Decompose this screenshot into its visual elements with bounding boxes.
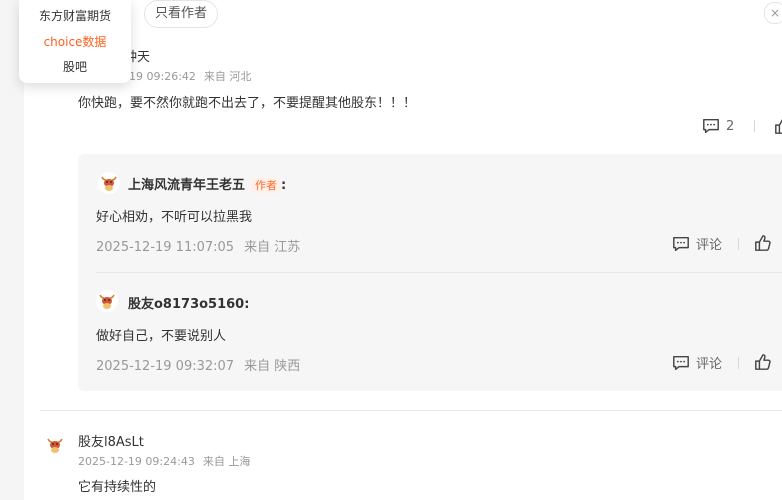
divider [754, 120, 755, 132]
comment-time: 2025-12-19 09:24:43 [78, 455, 195, 468]
replies-box: 上海风流青年王老五 作者: 好心相劝，不听可以拉黑我 2025-12-19 11:… [78, 154, 782, 391]
dropdown-item-guba[interactable]: 股吧 [19, 58, 131, 75]
comment-text: 你快跑，要不然你就跑不出去了，不要提醒其他股东！！！ [78, 96, 417, 111]
reply-comment-button[interactable]: 评论 [672, 353, 722, 372]
bull-avatar-icon[interactable] [98, 172, 120, 194]
reply-location: 来自 江苏 [244, 240, 301, 255]
reply-count: 2 [726, 118, 735, 134]
comment-icon [673, 236, 689, 251]
colon: : [281, 178, 287, 193]
reply-time: 2025-12-19 11:07:05 [96, 240, 235, 255]
comment-location: 来自 河北 [203, 70, 252, 83]
reply-comment-button[interactable]: 评论 [672, 234, 722, 253]
comment-text: 它有持续性的 [78, 480, 157, 495]
reply-location: 来自 陕西 [244, 359, 301, 374]
comment-icon [673, 355, 689, 370]
thumb-up-icon [775, 119, 782, 134]
comment-label: 评论 [696, 238, 723, 253]
reply-like-button[interactable] [754, 353, 778, 371]
comment-icon [703, 118, 719, 134]
like-button[interactable] [774, 117, 782, 135]
comment-meta: 2025-12-19 09:24:43 来自 上海 [78, 453, 250, 469]
reply-author-text[interactable]: 股友o8173o5160 [128, 297, 244, 312]
comment-author-name[interactable]: 股友l8AsLt [78, 431, 144, 450]
thumb-up-icon [755, 354, 771, 370]
reply-divider [96, 272, 782, 273]
reply-time: 2025-12-19 09:32:07 [96, 359, 235, 374]
comment-meta: 19 09:26:42 来自 河北 [129, 68, 251, 84]
comment-divider [40, 410, 782, 411]
divider [738, 238, 739, 250]
reply-text: 做好自己，不要说别人 [96, 329, 227, 344]
comment-label: 评论 [696, 357, 723, 372]
bull-avatar-icon[interactable] [44, 434, 66, 456]
source-dropdown-menu: 东方财富期货 choice数据 股吧 [19, 0, 131, 83]
reply-meta: 2025-12-19 09:32:07 来自 陕西 [96, 355, 300, 374]
comment-button[interactable]: 2 [702, 117, 734, 135]
reply-author-name[interactable]: 股友o8173o5160: [128, 293, 249, 312]
comment-panel: 只看作者 × 钟天 19 09:26:42 来自 河北 你快跑，要不然你就跑不出去… [24, 0, 782, 500]
author-badge: 作者 [251, 178, 282, 193]
comment-time: 19 09:26:42 [129, 70, 196, 83]
only-author-button[interactable]: 只看作者 [144, 0, 219, 28]
dropdown-item-futures[interactable]: 东方财富期货 [19, 7, 131, 24]
thumb-up-icon [755, 235, 771, 251]
colon: : [244, 297, 250, 312]
reply-text: 好心相劝，不听可以拉黑我 [96, 210, 253, 225]
reply-meta: 2025-12-19 11:07:05 来自 江苏 [96, 236, 300, 255]
divider [738, 357, 739, 369]
dropdown-item-choice[interactable]: choice数据 [19, 33, 131, 50]
comment-location: 来自 上海 [202, 455, 251, 468]
bull-avatar-icon[interactable] [96, 290, 118, 312]
close-icon[interactable]: × [764, 2, 782, 24]
reply-like-button[interactable] [754, 234, 778, 252]
reply-author-name[interactable]: 上海风流青年王老五 作者: [128, 174, 286, 193]
reply-author-text[interactable]: 上海风流青年王老五 [128, 178, 245, 193]
